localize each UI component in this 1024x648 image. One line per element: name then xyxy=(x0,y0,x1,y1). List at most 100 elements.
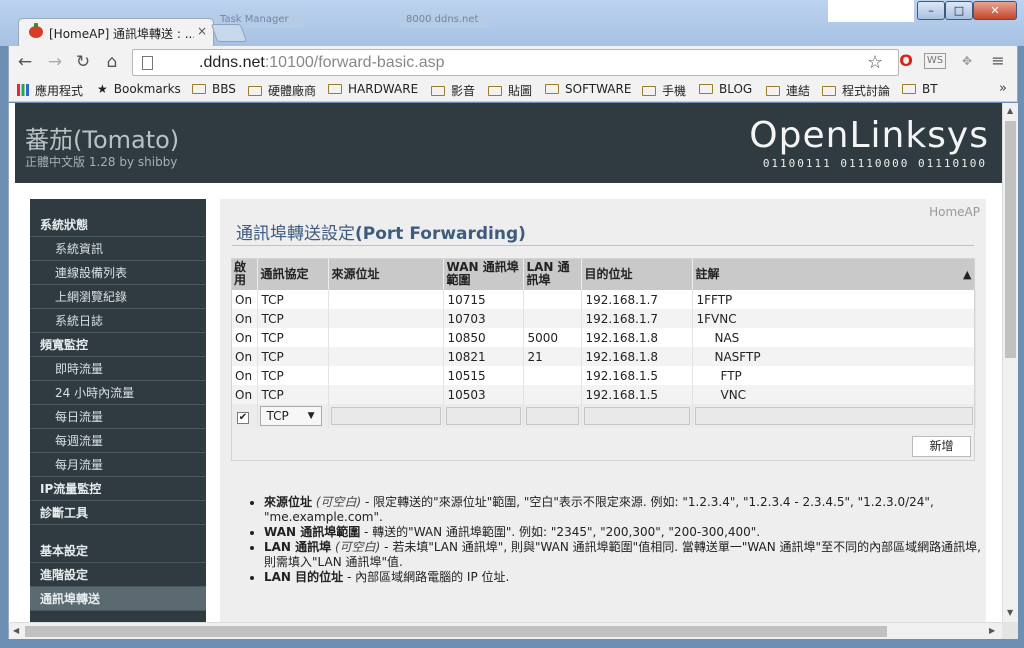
close-window-button[interactable]: ✕ xyxy=(973,1,1017,20)
bookmark-folder[interactable]: 貼圖 xyxy=(488,82,532,99)
sidebar-item-tools[interactable]: 診斷工具 xyxy=(30,501,206,525)
bookmark-folder[interactable]: BBS xyxy=(192,82,236,96)
sidebar-item-weekly[interactable]: 每週流量 xyxy=(30,429,206,453)
bookmark-folder[interactable]: BLOG xyxy=(699,82,752,96)
ws-extension-icon[interactable]: WS xyxy=(924,53,946,69)
table-row[interactable]: On TCP 10515 192.168.1.5 FTP xyxy=(231,366,976,385)
menu-icon[interactable]: ≡ xyxy=(990,51,1006,71)
scrollbar-corner xyxy=(1002,622,1018,639)
scroll-right-icon[interactable]: ▶ xyxy=(989,626,995,635)
folder-icon xyxy=(488,86,502,96)
sidebar-item-24h[interactable]: 24 小時內流量 xyxy=(30,381,206,405)
cell-lan xyxy=(523,385,582,404)
bookmark-apps[interactable]: 應用程式 xyxy=(17,82,83,99)
cell-enabled: On xyxy=(231,347,258,366)
proxy-extension-icon[interactable]: ✥ xyxy=(957,51,977,71)
active-tab[interactable]: [HomeAP] 通訊埠轉送 : ... × xyxy=(18,18,214,46)
bookmark-folder[interactable]: 連結 xyxy=(766,82,810,99)
column-header-destination[interactable]: 目的位址 xyxy=(581,258,693,290)
back-arrow-icon[interactable]: ← xyxy=(15,52,35,72)
site-header: 蕃茄(Tomato) 正體中文版 1.28 by shibby OpenLink… xyxy=(15,103,1005,183)
new-protocol-cell: TCP ▼ xyxy=(257,404,329,428)
column-header-lan-port[interactable]: LAN 通訊埠 xyxy=(523,258,582,290)
tab-title: [HomeAP] 通訊埠轉送 : ... xyxy=(49,27,194,41)
bookmark-folder[interactable]: 影音 xyxy=(431,82,475,99)
table-row[interactable]: On TCP 10850 5000 192.168.1.8 NAS xyxy=(231,328,976,347)
source-address-input[interactable] xyxy=(330,407,441,425)
cell-note: 1FVNC xyxy=(692,309,976,328)
new-tab-button[interactable] xyxy=(210,24,248,42)
sidebar-item-status[interactable]: 系統狀態 xyxy=(30,213,206,237)
scroll-down-icon[interactable]: ▼ xyxy=(1007,608,1013,617)
table-row[interactable]: On TCP 10703 192.168.1.7 1FVNC xyxy=(231,309,976,328)
main-content: HomeAP 通訊埠轉送設定(Port Forwarding) 啟用 通訊協定 … xyxy=(220,199,986,622)
add-button[interactable]: 新增 xyxy=(912,436,971,457)
sidebar-item-daily[interactable]: 每日流量 xyxy=(30,405,206,429)
column-header-note[interactable]: 註解 ▲ xyxy=(692,258,976,290)
cell-enabled: On xyxy=(231,366,258,385)
chevron-down-icon: ▼ xyxy=(307,411,315,421)
sidebar-item-overview[interactable]: 系統資訊 xyxy=(30,237,206,261)
bookmark-folder[interactable]: SOFTWARE xyxy=(545,82,631,96)
scroll-up-icon[interactable]: ▲ xyxy=(1007,106,1013,115)
table-row[interactable]: On TCP 10503 192.168.1.5 VNC xyxy=(231,385,976,404)
sidebar-item-logs[interactable]: 系統日誌 xyxy=(30,309,206,333)
destination-address-input[interactable] xyxy=(583,407,690,425)
column-header-wan-ports[interactable]: WAN 通訊埠範圍 xyxy=(443,258,524,290)
table-row[interactable]: On TCP 10821 21 192.168.1.8 NASFTP xyxy=(231,347,976,366)
folder-icon xyxy=(328,84,342,94)
vertical-scroll-thumb[interactable] xyxy=(1005,121,1016,358)
reload-icon[interactable]: ↻ xyxy=(73,52,93,72)
star-icon: ★ xyxy=(97,82,108,96)
router-page: 蕃茄(Tomato) 正體中文版 1.28 by shibby OpenLink… xyxy=(15,103,1005,622)
protocol-select[interactable]: TCP ▼ xyxy=(259,406,322,426)
sidebar-item-web-usage[interactable]: 上網瀏覽紀錄 xyxy=(30,285,206,309)
bookmark-star-icon[interactable]: ☆ xyxy=(867,52,883,73)
address-bar[interactable]: .ddns.net:10100/forward-basic.asp ☆ xyxy=(132,49,899,76)
home-icon[interactable]: ⌂ xyxy=(102,52,122,72)
folder-icon xyxy=(902,84,916,94)
maximize-button[interactable]: □ xyxy=(945,1,973,20)
cell-note: FTP xyxy=(692,366,976,385)
sidebar-item-port-forwarding[interactable]: 通訊埠轉送 xyxy=(30,587,206,611)
enable-checkbox[interactable]: ✔ xyxy=(237,411,249,424)
horizontal-scrollbar[interactable]: ◀ ▶ xyxy=(8,622,1002,639)
brand-subtitle: 正體中文版 1.28 by shibby xyxy=(25,155,178,169)
bookmark-folder[interactable]: BT xyxy=(902,82,938,96)
sidebar-item-devices[interactable]: 連線設備列表 xyxy=(30,261,206,285)
sidebar-item-monthly[interactable]: 每月流量 xyxy=(30,453,206,477)
cell-source xyxy=(328,328,444,347)
new-source-cell xyxy=(328,404,444,428)
scroll-left-icon[interactable]: ◀ xyxy=(13,626,19,635)
cell-lan xyxy=(523,309,582,328)
table-row[interactable]: On TCP 10715 192.168.1.7 1FFTP xyxy=(231,290,976,309)
sidebar-item-ip-traffic[interactable]: IP流量監控 xyxy=(30,477,206,501)
opera-extension-icon[interactable]: O xyxy=(896,51,916,71)
sidebar-item-basic[interactable]: 基本設定 xyxy=(30,539,206,563)
sidebar-item-realtime[interactable]: 即時流量 xyxy=(30,357,206,381)
forward-arrow-icon[interactable]: → xyxy=(45,52,65,72)
vertical-scrollbar[interactable]: ▲ ▼ xyxy=(1002,103,1018,622)
background-tab[interactable]: 8000 ddns.net xyxy=(400,14,490,28)
column-header-enabled[interactable]: 啟用 xyxy=(231,258,258,290)
bookmark-folder[interactable]: 手機 xyxy=(642,82,686,99)
bookmark-bookmarks[interactable]: ★ Bookmarks xyxy=(97,82,181,96)
more-bookmarks-button[interactable]: » xyxy=(999,81,1007,96)
sidebar-item-advanced[interactable]: 進階設定 xyxy=(30,563,206,587)
cell-destination: 192.168.1.5 xyxy=(581,385,693,404)
column-header-source[interactable]: 來源位址 xyxy=(328,258,444,290)
folder-icon xyxy=(431,86,445,96)
note-input[interactable] xyxy=(694,407,973,425)
sidebar-item-bandwidth[interactable]: 頻寬監控 xyxy=(30,333,206,357)
page-viewport: 蕃茄(Tomato) 正體中文版 1.28 by shibby OpenLink… xyxy=(8,103,1018,622)
bookmark-folder[interactable]: 硬體廠商 xyxy=(248,82,316,99)
bookmarks-bar: 應用程式 ★ Bookmarks BBS 硬體廠商 HARDWARE 影音 貼圖 … xyxy=(8,78,1018,102)
minimize-button[interactable]: – xyxy=(917,1,945,20)
bookmark-folder[interactable]: 程式討論 xyxy=(822,82,890,99)
lan-port-input[interactable] xyxy=(525,407,579,425)
wan-port-input[interactable] xyxy=(445,407,521,425)
tab-close-icon[interactable]: × xyxy=(197,24,207,38)
column-header-protocol[interactable]: 通訊協定 xyxy=(257,258,329,290)
bookmark-folder[interactable]: HARDWARE xyxy=(328,82,418,96)
horizontal-scroll-thumb[interactable] xyxy=(25,626,887,637)
